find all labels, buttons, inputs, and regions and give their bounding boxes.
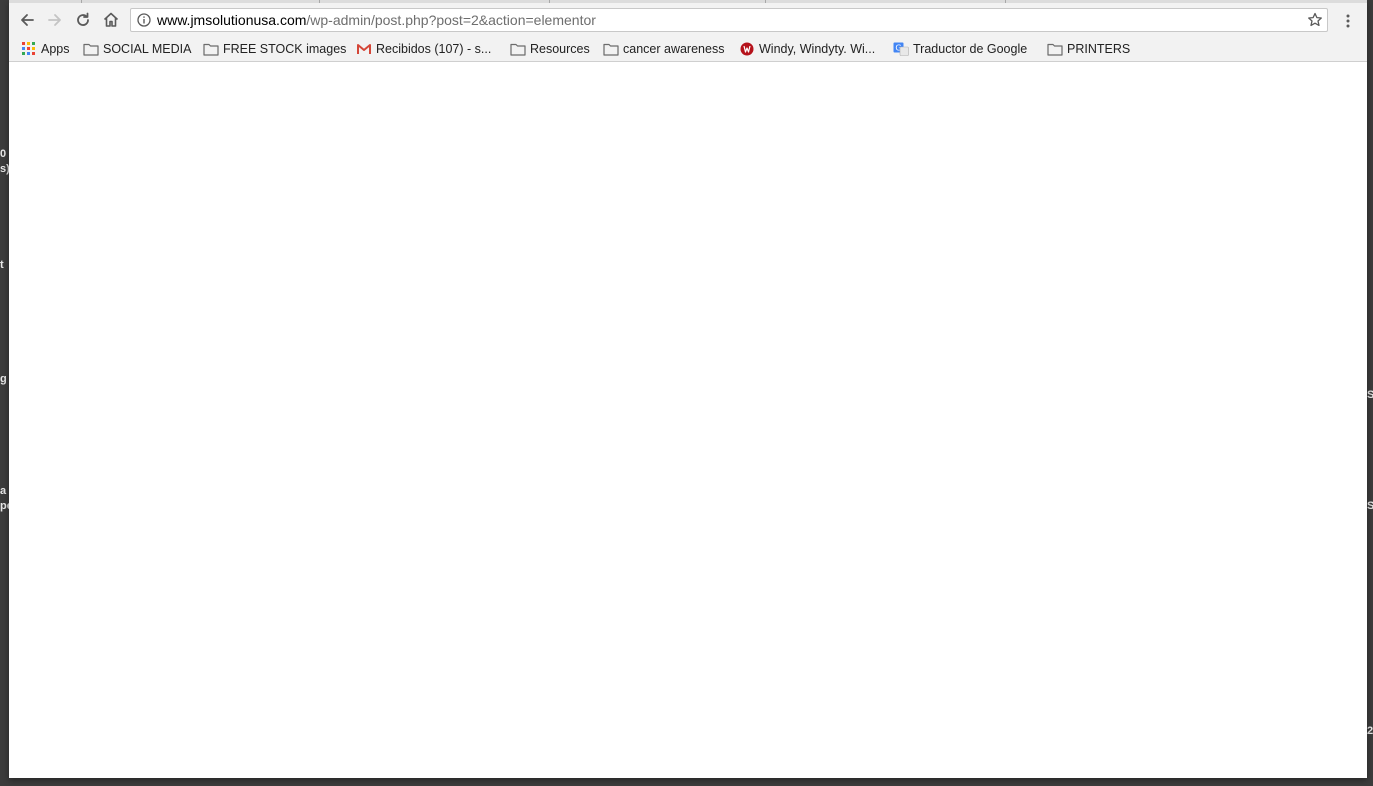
bookmark-star-icon[interactable] bbox=[1307, 12, 1323, 28]
bookmark-google-translate[interactable]: G Traductor de Google bbox=[893, 40, 1027, 58]
folder-icon bbox=[603, 43, 619, 56]
bookmark-label: Traductor de Google bbox=[913, 42, 1028, 56]
arrow-right-icon bbox=[48, 14, 61, 26]
bookmark-label: Apps bbox=[41, 42, 70, 56]
kebab-menu-icon[interactable] bbox=[1342, 13, 1354, 29]
info-icon[interactable] bbox=[137, 13, 151, 27]
forward-button[interactable] bbox=[42, 7, 68, 33]
background-text-fragment: S bbox=[1367, 389, 1373, 401]
background-text-fragment: g bbox=[0, 373, 7, 385]
bookmark-label: Recibidos (107) - s... bbox=[376, 42, 492, 56]
url-text[interactable]: www.jmsolutionusa.com/wp-admin/post.php?… bbox=[157, 12, 596, 28]
bookmark-label: cancer awareness bbox=[623, 42, 725, 56]
url-domain: www.jmsolutionusa.com bbox=[157, 12, 307, 28]
reload-button[interactable] bbox=[70, 7, 96, 33]
bookmark-label: Windy, Windyty. Wi... bbox=[759, 42, 876, 56]
reload-icon bbox=[77, 12, 89, 26]
apps-grid-icon bbox=[22, 42, 35, 55]
arrow-left-icon bbox=[21, 14, 34, 26]
home-icon bbox=[103, 12, 119, 27]
bookmark-social-media[interactable]: SOCIAL MEDIA bbox=[83, 40, 191, 58]
url-path: /wp-admin/post.php?post=2&action=element… bbox=[306, 12, 596, 28]
browser-toolbar: www.jmsolutionusa.com/wp-admin/post.php?… bbox=[9, 3, 1367, 36]
bookmarks-bar: Apps SOCIAL MEDIA FREE STOCK images Reci… bbox=[9, 36, 1367, 62]
background-text-fragment: S bbox=[1367, 500, 1373, 512]
bookmark-label: SOCIAL MEDIA bbox=[103, 42, 192, 56]
gmail-icon bbox=[357, 44, 371, 54]
bookmark-apps[interactable]: Apps bbox=[21, 40, 70, 58]
page-content bbox=[9, 62, 1367, 778]
browser-window: www.jmsolutionusa.com/wp-admin/post.php?… bbox=[9, 0, 1367, 778]
folder-icon bbox=[203, 43, 219, 56]
folder-icon bbox=[83, 43, 99, 56]
bookmark-label: FREE STOCK images bbox=[223, 42, 347, 56]
google-translate-icon: G bbox=[893, 42, 909, 56]
background-text-fragment: t bbox=[0, 259, 4, 271]
back-button[interactable] bbox=[14, 7, 40, 33]
address-bar[interactable]: www.jmsolutionusa.com/wp-admin/post.php?… bbox=[130, 8, 1328, 32]
bookmark-cancer-awareness[interactable]: cancer awareness bbox=[603, 40, 724, 58]
background-text-fragment: 2 bbox=[1367, 725, 1373, 737]
folder-icon bbox=[1047, 43, 1063, 56]
bookmark-gmail-inbox[interactable]: Recibidos (107) - s... bbox=[356, 40, 491, 58]
background-text-fragment: a bbox=[0, 485, 7, 497]
bookmark-printers[interactable]: PRINTERS bbox=[1047, 40, 1130, 58]
bookmark-windy[interactable]: Windy, Windyty. Wi... bbox=[739, 40, 875, 58]
windy-icon bbox=[740, 42, 754, 56]
bookmark-label: Resources bbox=[530, 42, 590, 56]
bookmark-resources[interactable]: Resources bbox=[510, 40, 590, 58]
home-button[interactable] bbox=[98, 7, 124, 33]
bookmark-label: PRINTERS bbox=[1067, 42, 1131, 56]
bookmark-free-stock-images[interactable]: FREE STOCK images bbox=[203, 40, 346, 58]
folder-icon bbox=[510, 43, 526, 56]
